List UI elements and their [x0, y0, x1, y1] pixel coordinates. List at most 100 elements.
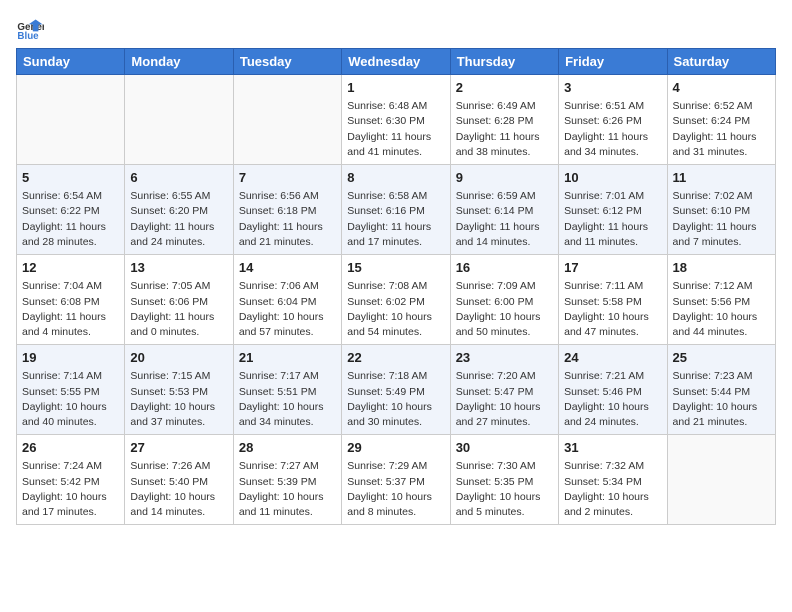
week-row-4: 19 Sunrise: 7:14 AM Sunset: 5:55 PM Dayli… [17, 345, 776, 435]
day-number: 6 [130, 169, 227, 187]
day-number: 4 [673, 79, 770, 97]
calendar-cell: 30 Sunrise: 7:30 AM Sunset: 5:35 PM Dayli… [450, 435, 558, 525]
day-number: 29 [347, 439, 444, 457]
day-number: 10 [564, 169, 661, 187]
calendar-cell: 29 Sunrise: 7:29 AM Sunset: 5:37 PM Dayli… [342, 435, 450, 525]
calendar-cell: 16 Sunrise: 7:09 AM Sunset: 6:00 PM Dayli… [450, 255, 558, 345]
calendar-cell: 25 Sunrise: 7:23 AM Sunset: 5:44 PM Dayli… [667, 345, 775, 435]
calendar-cell [17, 75, 125, 165]
day-info: Sunrise: 7:12 AM Sunset: 5:56 PM Dayligh… [673, 279, 770, 340]
calendar-cell: 7Sunrise: 6:56 AM Sunset: 6:18 PM Daylig… [233, 165, 341, 255]
day-info: Sunrise: 6:58 AM Sunset: 6:16 PM Dayligh… [347, 189, 444, 250]
day-info: Sunrise: 7:32 AM Sunset: 5:34 PM Dayligh… [564, 459, 661, 520]
day-number: 23 [456, 349, 553, 367]
header-day-sunday: Sunday [17, 49, 125, 75]
day-number: 21 [239, 349, 336, 367]
calendar-header-row: SundayMondayTuesdayWednesdayThursdayFrid… [17, 49, 776, 75]
day-number: 2 [456, 79, 553, 97]
calendar-cell [667, 435, 775, 525]
day-info: Sunrise: 7:08 AM Sunset: 6:02 PM Dayligh… [347, 279, 444, 340]
calendar-cell: 26Sunrise: 7:24 AM Sunset: 5:42 PM Dayli… [17, 435, 125, 525]
day-info: Sunrise: 7:09 AM Sunset: 6:00 PM Dayligh… [456, 279, 553, 340]
day-info: Sunrise: 7:15 AM Sunset: 5:53 PM Dayligh… [130, 369, 227, 430]
day-info: Sunrise: 7:29 AM Sunset: 5:37 PM Dayligh… [347, 459, 444, 520]
calendar-cell: 13Sunrise: 7:05 AM Sunset: 6:06 PM Dayli… [125, 255, 233, 345]
calendar-cell: 3 Sunrise: 6:51 AM Sunset: 6:26 PM Daylig… [559, 75, 667, 165]
calendar-cell: 23 Sunrise: 7:20 AM Sunset: 5:47 PM Dayli… [450, 345, 558, 435]
calendar-cell: 19 Sunrise: 7:14 AM Sunset: 5:55 PM Dayli… [17, 345, 125, 435]
calendar-cell: 20 Sunrise: 7:15 AM Sunset: 5:53 PM Dayli… [125, 345, 233, 435]
day-number: 9 [456, 169, 553, 187]
week-row-3: 12Sunrise: 7:04 AM Sunset: 6:08 PM Dayli… [17, 255, 776, 345]
header-day-saturday: Saturday [667, 49, 775, 75]
day-info: Sunrise: 6:54 AM Sunset: 6:22 PM Dayligh… [22, 189, 119, 250]
day-number: 8 [347, 169, 444, 187]
header-day-friday: Friday [559, 49, 667, 75]
day-number: 15 [347, 259, 444, 277]
day-info: Sunrise: 6:52 AM Sunset: 6:24 PM Dayligh… [673, 99, 770, 160]
day-number: 16 [456, 259, 553, 277]
day-info: Sunrise: 6:49 AM Sunset: 6:28 PM Dayligh… [456, 99, 553, 160]
day-info: Sunrise: 7:23 AM Sunset: 5:44 PM Dayligh… [673, 369, 770, 430]
day-info: Sunrise: 7:05 AM Sunset: 6:06 PM Dayligh… [130, 279, 227, 340]
logo-icon: General Blue [16, 16, 44, 44]
week-row-1: 1 Sunrise: 6:48 AM Sunset: 6:30 PM Daylig… [17, 75, 776, 165]
calendar-cell: 5 Sunrise: 6:54 AM Sunset: 6:22 PM Daylig… [17, 165, 125, 255]
day-info: Sunrise: 6:48 AM Sunset: 6:30 PM Dayligh… [347, 99, 444, 160]
day-number: 20 [130, 349, 227, 367]
day-number: 17 [564, 259, 661, 277]
header-day-wednesday: Wednesday [342, 49, 450, 75]
day-number: 14 [239, 259, 336, 277]
calendar-cell: 6 Sunrise: 6:55 AM Sunset: 6:20 PM Daylig… [125, 165, 233, 255]
day-info: Sunrise: 7:20 AM Sunset: 5:47 PM Dayligh… [456, 369, 553, 430]
logo: General Blue [16, 16, 44, 44]
day-number: 30 [456, 439, 553, 457]
calendar-cell: 1 Sunrise: 6:48 AM Sunset: 6:30 PM Daylig… [342, 75, 450, 165]
day-info: Sunrise: 7:17 AM Sunset: 5:51 PM Dayligh… [239, 369, 336, 430]
calendar-cell: 22Sunrise: 7:18 AM Sunset: 5:49 PM Dayli… [342, 345, 450, 435]
day-number: 5 [22, 169, 119, 187]
day-number: 24 [564, 349, 661, 367]
day-info: Sunrise: 6:59 AM Sunset: 6:14 PM Dayligh… [456, 189, 553, 250]
calendar-cell: 9 Sunrise: 6:59 AM Sunset: 6:14 PM Daylig… [450, 165, 558, 255]
day-number: 1 [347, 79, 444, 97]
calendar-cell: 4 Sunrise: 6:52 AM Sunset: 6:24 PM Daylig… [667, 75, 775, 165]
calendar-cell: 24Sunrise: 7:21 AM Sunset: 5:46 PM Dayli… [559, 345, 667, 435]
day-number: 19 [22, 349, 119, 367]
calendar-cell: 8 Sunrise: 6:58 AM Sunset: 6:16 PM Daylig… [342, 165, 450, 255]
header-day-monday: Monday [125, 49, 233, 75]
day-info: Sunrise: 7:30 AM Sunset: 5:35 PM Dayligh… [456, 459, 553, 520]
day-info: Sunrise: 6:55 AM Sunset: 6:20 PM Dayligh… [130, 189, 227, 250]
week-row-2: 5 Sunrise: 6:54 AM Sunset: 6:22 PM Daylig… [17, 165, 776, 255]
day-number: 12 [22, 259, 119, 277]
day-info: Sunrise: 7:14 AM Sunset: 5:55 PM Dayligh… [22, 369, 119, 430]
calendar-cell: 10Sunrise: 7:01 AM Sunset: 6:12 PM Dayli… [559, 165, 667, 255]
day-number: 22 [347, 349, 444, 367]
day-number: 31 [564, 439, 661, 457]
day-info: Sunrise: 6:51 AM Sunset: 6:26 PM Dayligh… [564, 99, 661, 160]
day-number: 3 [564, 79, 661, 97]
day-info: Sunrise: 7:26 AM Sunset: 5:40 PM Dayligh… [130, 459, 227, 520]
calendar-cell: 17Sunrise: 7:11 AM Sunset: 5:58 PM Dayli… [559, 255, 667, 345]
svg-text:Blue: Blue [17, 31, 39, 42]
header: General Blue [16, 16, 776, 44]
calendar-cell: 28 Sunrise: 7:27 AM Sunset: 5:39 PM Dayli… [233, 435, 341, 525]
week-row-5: 26Sunrise: 7:24 AM Sunset: 5:42 PM Dayli… [17, 435, 776, 525]
calendar-cell: 31 Sunrise: 7:32 AM Sunset: 5:34 PM Dayli… [559, 435, 667, 525]
day-number: 28 [239, 439, 336, 457]
calendar-cell: 12Sunrise: 7:04 AM Sunset: 6:08 PM Dayli… [17, 255, 125, 345]
calendar-cell: 27 Sunrise: 7:26 AM Sunset: 5:40 PM Dayli… [125, 435, 233, 525]
calendar-cell: 2 Sunrise: 6:49 AM Sunset: 6:28 PM Daylig… [450, 75, 558, 165]
day-number: 18 [673, 259, 770, 277]
calendar-cell [233, 75, 341, 165]
day-number: 27 [130, 439, 227, 457]
calendar: SundayMondayTuesdayWednesdayThursdayFrid… [16, 48, 776, 525]
day-info: Sunrise: 6:56 AM Sunset: 6:18 PM Dayligh… [239, 189, 336, 250]
day-number: 25 [673, 349, 770, 367]
calendar-cell: 18 Sunrise: 7:12 AM Sunset: 5:56 PM Dayli… [667, 255, 775, 345]
day-info: Sunrise: 7:02 AM Sunset: 6:10 PM Dayligh… [673, 189, 770, 250]
calendar-cell: 15 Sunrise: 7:08 AM Sunset: 6:02 PM Dayli… [342, 255, 450, 345]
calendar-cell [125, 75, 233, 165]
day-info: Sunrise: 7:27 AM Sunset: 5:39 PM Dayligh… [239, 459, 336, 520]
day-number: 11 [673, 169, 770, 187]
